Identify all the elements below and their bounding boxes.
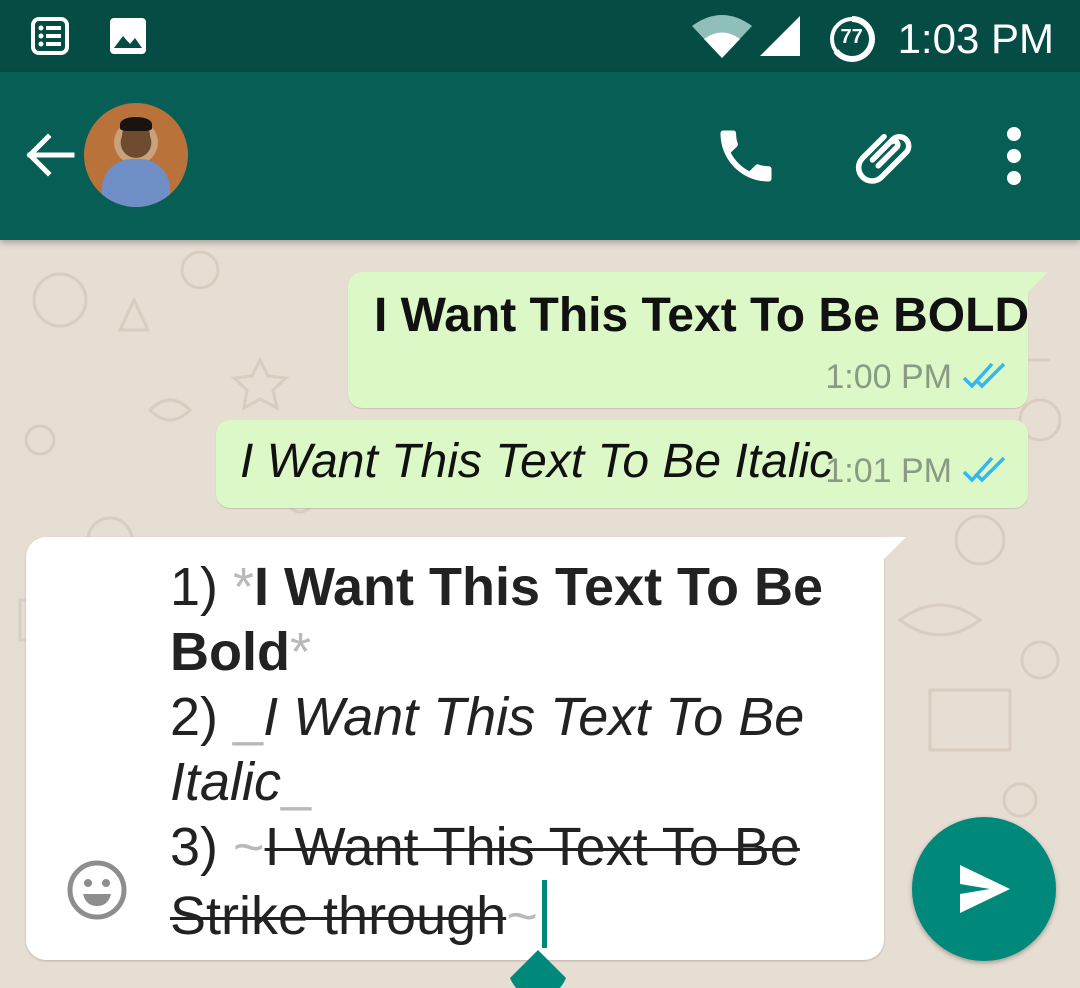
format-marker: _ [233, 687, 264, 747]
status-bar: 77 1:03 PM [0, 0, 1080, 72]
message-bubble[interactable]: I Want This Text To Be Italic 1:01 PM [216, 420, 1028, 508]
bold-text: I Want This Text To Be [254, 557, 824, 617]
strikethrough-text: I Want This Text To Be [264, 817, 800, 877]
bold-text: Bold [170, 622, 290, 682]
clock: 1:03 PM [897, 14, 1054, 62]
message-time: 1:01 PM [825, 452, 952, 490]
italic-text: Italic [170, 752, 282, 812]
format-marker: * [289, 622, 311, 682]
send-button[interactable] [912, 817, 1056, 961]
message-composer[interactable]: 1) *I Want This Text To Be Bold* 2) _I W… [26, 537, 906, 960]
phone-icon[interactable] [712, 122, 780, 190]
double-check-icon [962, 360, 1008, 395]
wifi-icon [690, 12, 754, 65]
image-icon [108, 16, 148, 61]
text-cursor [541, 880, 547, 948]
format-marker: ~ [506, 886, 538, 946]
emoji-icon[interactable] [66, 859, 128, 921]
list-number: 3) [170, 817, 234, 877]
notes-icon [30, 16, 70, 61]
message-time: 1:00 PM [825, 358, 952, 396]
list-number: 2) [170, 687, 234, 747]
avatar[interactable] [84, 103, 188, 207]
message-text: I Want This Text To Be Italic [240, 435, 834, 488]
chat-area: I Want This Text To Be BOLD 1:00 PM I Wa… [0, 240, 1080, 988]
format-marker: * [233, 557, 255, 617]
more-vert-icon[interactable] [984, 122, 1044, 190]
double-check-icon [962, 454, 1008, 489]
back-arrow-icon[interactable] [22, 128, 76, 182]
format-marker: ~ [233, 817, 265, 877]
paperclip-icon[interactable] [852, 122, 920, 190]
strikethrough-text: Strike through [170, 886, 507, 946]
send-icon [960, 865, 1010, 913]
message-text: I Want This Text To Be BOLD [374, 289, 1030, 342]
message-bubble[interactable]: I Want This Text To Be BOLD 1:00 PM [348, 272, 1048, 408]
battery-level: 77 [840, 25, 863, 48]
battery-icon: 77 [828, 15, 876, 63]
format-marker: _ [281, 752, 312, 812]
chat-header [0, 72, 1080, 240]
cell-signal-icon [758, 14, 802, 63]
message-input[interactable]: 1) *I Want This Text To Be Bold* 2) _I W… [170, 555, 870, 949]
italic-text: I Want This Text To Be [263, 687, 805, 747]
cursor-handle-icon[interactable] [506, 950, 570, 988]
list-number: 1) [170, 557, 234, 617]
